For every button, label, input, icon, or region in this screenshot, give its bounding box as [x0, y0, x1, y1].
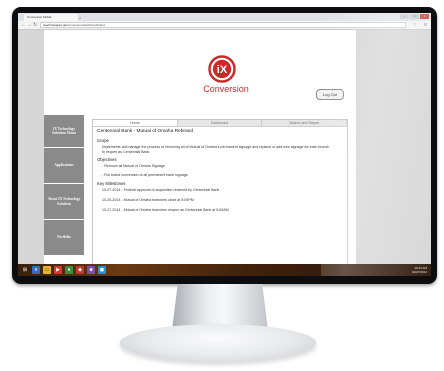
chrome-icon[interactable]: ● [65, 266, 73, 274]
monitor-bezel: Conversion Mobile × – □ × ← → ↻ ixtechno… [12, 7, 437, 284]
browser-menu-icon[interactable]: ≡ [424, 22, 427, 28]
app-icon[interactable]: ◆ [76, 266, 84, 274]
content-tabs: Home Dashboard Search and Report [93, 120, 348, 127]
address-bar-row: ← → ↻ ixtechnologies.net/conversion/dash… [18, 21, 431, 30]
window-controls: – □ × [400, 14, 429, 19]
url-field[interactable]: ixtechnologies.net/conversion/dashboard/… [40, 22, 406, 28]
project-title: Centennial Bank - Mutual of Omaha Rebran… [97, 129, 193, 134]
folder-icon[interactable]: ▭ [43, 266, 51, 274]
conversion-logo-icon: iX [208, 55, 236, 83]
scope-text: Implements will manage the process of re… [102, 145, 330, 154]
monitor-stand-base [120, 324, 316, 362]
objective-item: - Full brand conversion of all permanent… [102, 173, 188, 177]
forward-arrow-icon[interactable]: → [27, 22, 32, 28]
sidebar-item-home[interactable]: IX Technology Solutions Home [44, 115, 84, 147]
maximize-icon[interactable]: □ [410, 14, 419, 19]
sidebar-item-portfolio[interactable]: Portfolio [44, 220, 84, 255]
app-icon[interactable]: ■ [87, 266, 95, 274]
objectives-heading: Objectives [97, 157, 117, 162]
logo-mark: iX [217, 64, 228, 76]
tab-dashboard[interactable]: Dashboard [178, 120, 263, 126]
web-page: iX Conversion Log Out IX Technology Solu… [44, 30, 356, 264]
minimize-icon[interactable]: – [400, 14, 409, 19]
tab-home[interactable]: Home [93, 120, 178, 126]
tab-close-icon[interactable]: × [79, 14, 81, 21]
back-arrow-icon[interactable]: ← [21, 22, 26, 28]
ie-icon[interactable]: e [32, 266, 40, 274]
sidebar-item-applications[interactable]: Applications [44, 148, 84, 183]
page-background: iX Conversion Log Out IX Technology Solu… [18, 30, 431, 264]
content-panel: Home Dashboard Search and Report Centenn… [92, 119, 348, 264]
sidebar-item-about[interactable]: About IX Technology Solutions [44, 184, 84, 219]
window-close-icon[interactable]: × [420, 14, 429, 19]
milestones-heading: Key Milestones [97, 181, 126, 186]
objective-item: - Remove all Mutual of Omaha Signage [102, 164, 165, 168]
url-host: ixtechnologies.net [43, 23, 68, 27]
url-path: /conversion/dashboard/index [67, 23, 106, 27]
logo-text: Conversion [203, 84, 249, 94]
browser-tab[interactable]: Conversion Mobile [24, 14, 78, 21]
milestone-item: 10-27-2014 - Mutual of Omaha branches re… [102, 208, 229, 212]
browser-tab-bar: Conversion Mobile × – □ × [18, 13, 431, 21]
bookmark-star-icon[interactable]: ☆ [413, 22, 417, 28]
start-windows-icon[interactable]: ⊞ [21, 266, 29, 274]
milestone-item: 10-25-2014 - Mutual of Omaha branches cl… [102, 198, 194, 202]
tab-search-and-report[interactable]: Search and Report [262, 120, 348, 126]
taskbar: ⊞ e ▭ ▶ ● ◆ ■ ◼ 10:24 AM 10/27/2014 [18, 264, 431, 276]
clock-date: 10/27/2014 [411, 270, 427, 274]
monitor-screen: Conversion Mobile × – □ × ← → ↻ ixtechno… [18, 13, 431, 276]
media-icon[interactable]: ▶ [54, 266, 62, 274]
scope-heading: Scope [97, 138, 109, 143]
app-icon[interactable]: ◼ [98, 266, 106, 274]
logout-button[interactable]: Log Out [316, 89, 344, 100]
reload-icon[interactable]: ↻ [33, 22, 37, 28]
milestone-item: 10-07-2014 - Federal approval of acquisi… [102, 188, 220, 192]
taskbar-clock[interactable]: 10:24 AM 10/27/2014 [412, 266, 427, 274]
